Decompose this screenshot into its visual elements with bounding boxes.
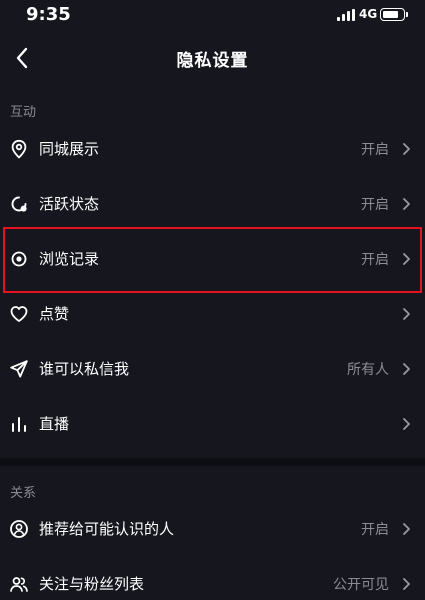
chevron-right-icon [403,363,410,375]
chevron-right-icon [403,253,410,265]
row-value: 所有人 [347,362,389,378]
user-circle-icon [10,520,28,538]
row-value: 开启 [361,252,389,268]
row-value: 开启 [361,197,389,213]
chevron-right-icon [403,143,410,155]
row-label: 点赞 [39,305,70,323]
row-likes[interactable]: 点赞 [0,287,425,341]
heart-icon [10,306,28,322]
battery-icon [380,8,408,21]
row-value: 开启 [361,142,389,158]
chevron-right-icon [403,418,410,430]
row-label: 浏览记录 [39,250,100,268]
row-label: 推荐给可能认识的人 [39,520,175,538]
row-recommend-to-acquaintances[interactable]: 推荐给可能认识的人 开启 [0,502,425,556]
section-header-relationship: 关系 [10,486,37,501]
row-label: 同城展示 [39,140,100,158]
row-value: 公开可见 [333,577,389,593]
row-direct-message[interactable]: 谁可以私信我 所有人 [0,342,425,396]
chevron-right-icon [403,523,410,535]
network-type: 4G [359,7,378,21]
row-local-display[interactable]: 同城展示 开启 [0,122,425,176]
chevron-right-icon [403,308,410,320]
users-icon [10,577,28,592]
eye-icon [11,251,27,267]
signal-icon [337,9,355,21]
send-icon [10,360,28,378]
row-label: 关注与粉丝列表 [39,575,145,593]
row-active-status[interactable]: 活跃状态 开启 [0,177,425,231]
row-following-followers-list[interactable]: 关注与粉丝列表 公开可见 [0,557,425,600]
chevron-right-icon [403,578,410,590]
status-time: 9:35 [26,4,71,25]
nav-bar: 隐私设置 [0,36,425,80]
active-status-icon [11,196,27,212]
section-header-interaction: 互动 [10,105,37,120]
row-live[interactable]: 直播 [0,397,425,451]
page-title: 隐私设置 [176,51,249,71]
row-label: 活跃状态 [39,195,100,213]
row-browsing-history[interactable]: 浏览记录 开启 [0,232,425,286]
section-divider [0,458,425,466]
bar-chart-icon [12,417,26,432]
location-pin-icon [11,139,27,159]
row-value: 开启 [361,522,389,538]
row-label: 直播 [39,415,70,433]
row-label: 谁可以私信我 [39,360,130,378]
privacy-settings-screen: 9:35 4G 隐私设置 互动 同城展示 开启 活跃状态 开启 浏览记录 开启 … [0,0,425,600]
status-bar: 9:35 4G [0,0,425,30]
chevron-right-icon [403,198,410,210]
